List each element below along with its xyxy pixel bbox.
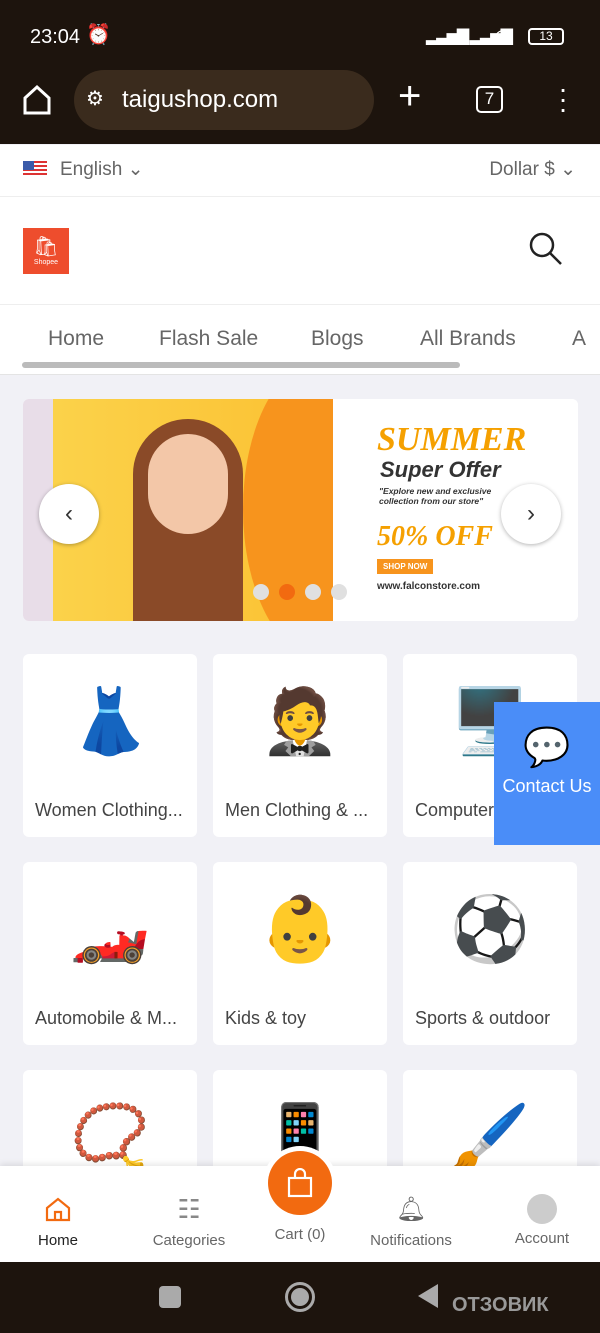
bottom-nav-notifications[interactable]: 🔔︎ Notifications (351, 1190, 471, 1250)
baby-image: 👶 (260, 893, 340, 965)
category-card[interactable]: 🏎️ Automobile & M... (23, 862, 197, 1045)
bottom-nav: Home ☷ Categories Cart (0) 🔔︎ Notificati… (0, 1146, 600, 1262)
nav-flash-sale[interactable]: Flash Sale (159, 327, 258, 351)
carousel-dot[interactable] (253, 584, 269, 600)
cart-button[interactable] (268, 1151, 332, 1215)
url-text: taigushop.com (122, 86, 279, 113)
category-label: Automobile & M... (35, 1008, 178, 1028)
car-image: 🏎️ (70, 893, 150, 965)
suit-image: 🤵 (260, 685, 340, 757)
main-nav: Home Flash Sale Blogs All Brands A (0, 305, 600, 375)
category-label: Women Clothing... (35, 800, 183, 820)
list-icon: ☷ (177, 1193, 201, 1224)
search-icon[interactable] (528, 231, 564, 267)
carousel-next-button[interactable]: › (501, 484, 561, 544)
chat-icon: 💬 (523, 727, 571, 769)
recents-button[interactable] (159, 1286, 181, 1308)
address-bar[interactable]: ⚙ taigushop.com (74, 70, 374, 130)
new-tab-icon[interactable]: + (398, 76, 421, 116)
contact-label: Contact Us (502, 776, 592, 796)
bottom-nav-categories[interactable]: ☷ Categories (129, 1190, 249, 1250)
chevron-down-icon: ⌄ (127, 159, 144, 180)
banner-title: SUMMER (377, 421, 527, 458)
carousel-prev-button[interactable]: ‹ (39, 484, 99, 544)
nav-more[interactable]: A (572, 327, 600, 351)
home-button[interactable] (285, 1282, 315, 1312)
shopee-logo[interactable]: 🛍 Shopee (23, 228, 69, 274)
home-icon (45, 1197, 71, 1222)
banner-subtitle: Super Offer (380, 457, 501, 482)
carousel-dot[interactable] (331, 584, 347, 600)
bell-icon: 🔔︎ (395, 1195, 427, 1223)
site-settings-icon[interactable]: ⚙ (86, 86, 104, 111)
category-card[interactable]: 👗 Women Clothing... (23, 654, 197, 837)
clock: 23:04 (30, 26, 81, 48)
shop-now-button[interactable]: SHOP NOW (377, 559, 434, 574)
system-nav-bar: ОТЗОВИК (0, 1262, 600, 1333)
avatar (527, 1194, 557, 1224)
locale-bar: English ⌄ Dollar $ ⌄ (0, 145, 600, 197)
us-flag-icon (23, 161, 47, 177)
currency-select[interactable]: Dollar $ ⌄ (489, 158, 576, 181)
category-card[interactable]: ⚽ Sports & outdoor (403, 862, 577, 1045)
nav-blogs[interactable]: Blogs (311, 327, 364, 351)
menu-icon[interactable]: · · · (556, 75, 570, 123)
currency-label: Dollar $ (489, 159, 555, 180)
shopping-bag-icon (287, 1168, 313, 1198)
wifi-icon: ◠ (494, 26, 512, 48)
language-label: English (60, 159, 123, 180)
cart-label[interactable]: Cart (0) (240, 1226, 360, 1243)
back-button[interactable] (418, 1284, 438, 1308)
language-select[interactable]: English ⌄ (60, 158, 144, 181)
chevron-down-icon: ⌄ (560, 159, 576, 180)
watermark: ОТЗОВИК (452, 1294, 549, 1316)
browser-toolbar: ⚙ taigushop.com + 7 · · · (0, 58, 600, 144)
battery-icon: 13 (528, 28, 564, 45)
category-label: Men Clothing & ... (225, 800, 369, 820)
home-icon[interactable] (22, 84, 52, 116)
nav-scrollbar[interactable] (22, 362, 460, 368)
contact-us-button[interactable]: 💬 Contact Us (494, 702, 600, 845)
banner-site: www.falconstore.com (377, 581, 480, 592)
carousel-dots (253, 584, 347, 600)
banner-discount: 50% OFF (377, 521, 493, 552)
nav-home[interactable]: Home (48, 327, 104, 351)
carousel-dot[interactable] (279, 584, 295, 600)
carousel-dot[interactable] (305, 584, 321, 600)
hero-banner[interactable]: SUMMER Super Offer "Explore new and excl… (23, 399, 578, 621)
tabs-count-button[interactable]: 7 (476, 86, 503, 113)
category-card[interactable]: 👶 Kids & toy (213, 862, 387, 1045)
bottom-nav-account[interactable]: Account (482, 1190, 600, 1247)
bottom-nav-home[interactable]: Home (0, 1190, 118, 1249)
category-card[interactable]: 🤵 Men Clothing & ... (213, 654, 387, 837)
balls-image: ⚽ (450, 893, 530, 965)
banner-tagline: "Explore new and exclusive collection fr… (379, 486, 492, 506)
nav-all-brands[interactable]: All Brands (420, 327, 516, 351)
category-label: Sports & outdoor (415, 1008, 551, 1028)
alarm-icon: ⏰ (86, 24, 111, 46)
dress-image: 👗 (70, 685, 150, 757)
site-header: 🛍 Shopee (0, 197, 600, 305)
status-bar: 23:04 ⏰ ▂▃▅▇ ▂▃▅▇ ◠ 13 (0, 0, 600, 58)
category-label: Kids & toy (225, 1008, 307, 1028)
